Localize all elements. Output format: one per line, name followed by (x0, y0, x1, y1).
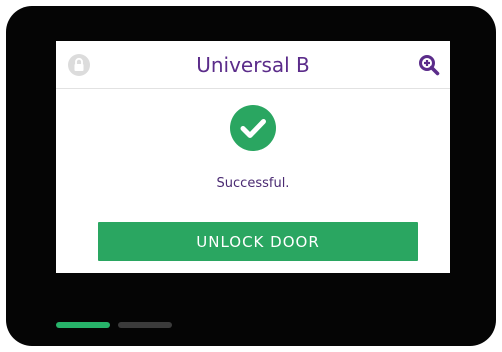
page-title: Universal B (196, 53, 310, 77)
status-message: Successful. (216, 176, 290, 191)
device-screen: Universal B Successful. UNLOCK DOOR (56, 41, 450, 273)
screen-header: Universal B (56, 41, 450, 89)
zoom-in-icon[interactable] (418, 54, 440, 76)
check-circle-icon (230, 105, 276, 151)
page-indicator-inactive (118, 322, 172, 328)
unlock-door-button[interactable]: UNLOCK DOOR (98, 222, 418, 261)
page-indicator-active (56, 322, 110, 328)
